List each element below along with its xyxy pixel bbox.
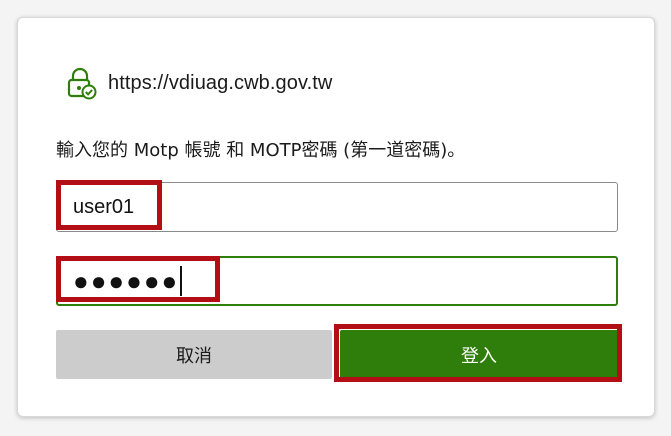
lock-check-icon [67, 67, 97, 100]
password-input[interactable]: ●●●●●● [56, 256, 618, 306]
login-button[interactable]: 登入 [340, 330, 618, 379]
login-prompt: 輸入您的 Motp 帳號 和 MOTP密碼 (第一道密碼)。 [56, 140, 466, 161]
site-url: https://vdiuag.cwb.gov.tw [108, 71, 333, 94]
username-value: user01 [73, 195, 135, 218]
login-dialog: https://vdiuag.cwb.gov.tw 輸入您的 Motp 帳號 和… [17, 17, 655, 417]
text-caret [180, 266, 183, 296]
cancel-button[interactable]: 取消 [56, 330, 332, 379]
site-header: https://vdiuag.cwb.gov.tw [64, 66, 332, 100]
username-input[interactable]: user01 [56, 182, 618, 232]
password-mask: ●●●●●● [73, 266, 180, 296]
